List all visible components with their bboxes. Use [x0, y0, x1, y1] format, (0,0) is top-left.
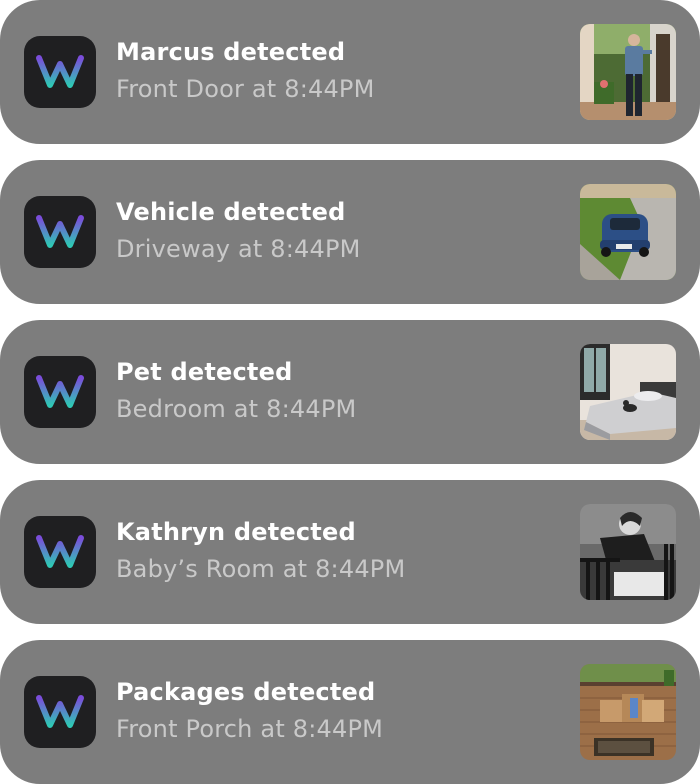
man-at-front-door-thumbnail[interactable]: [580, 24, 676, 120]
notification-title: Pet detected: [116, 358, 293, 386]
notification-title: Vehicle detected: [116, 198, 346, 226]
woman-at-crib-thumbnail[interactable]: [580, 504, 676, 600]
packages-on-porch-thumbnail[interactable]: [580, 664, 676, 760]
notification-card-kathryn[interactable]: Kathryn detected Baby’s Room at 8:44PM: [0, 480, 700, 624]
notification-card-marcus[interactable]: Marcus detected Front Door at 8:44PM: [0, 0, 700, 144]
notification-subtitle: Front Porch at 8:44PM: [116, 715, 384, 743]
notification-subtitle: Baby’s Room at 8:44PM: [116, 555, 406, 583]
wyze-app-icon: [24, 36, 96, 108]
notification-subtitle: Driveway at 8:44PM: [116, 235, 361, 263]
wyze-app-icon: [24, 516, 96, 588]
blue-car-in-driveway-thumbnail[interactable]: [580, 184, 676, 280]
cat-on-bed-thumbnail[interactable]: [580, 344, 676, 440]
notification-card-pet[interactable]: Pet detected Bedroom at 8:44PM: [0, 320, 700, 464]
wyze-app-icon: [24, 356, 96, 428]
notification-subtitle: Bedroom at 8:44PM: [116, 395, 357, 423]
notification-card-vehicle[interactable]: Vehicle detected Driveway at 8:44PM: [0, 160, 700, 304]
wyze-app-icon: [24, 676, 96, 748]
wyze-app-icon: [24, 196, 96, 268]
notification-subtitle: Front Door at 8:44PM: [116, 75, 375, 103]
notification-card-packages[interactable]: Packages detected Front Porch at 8:44PM: [0, 640, 700, 784]
notification-title: Kathryn detected: [116, 518, 356, 546]
notification-title: Marcus detected: [116, 38, 346, 66]
notification-title: Packages detected: [116, 678, 376, 706]
